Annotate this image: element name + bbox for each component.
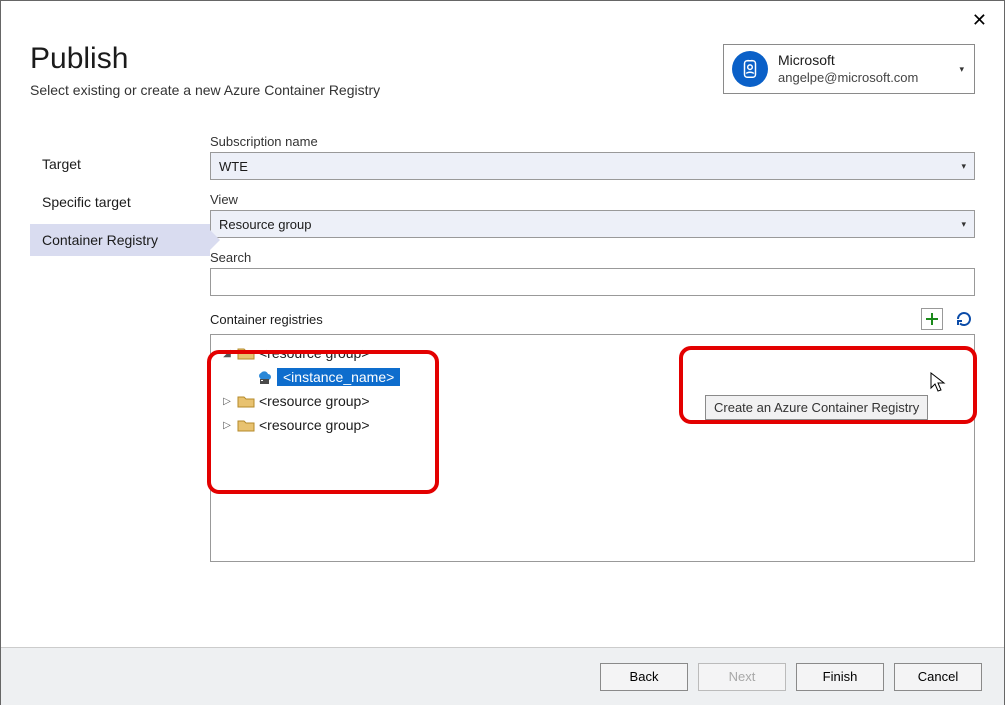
finish-button[interactable]: Finish — [796, 663, 884, 691]
plus-icon — [925, 312, 939, 326]
sidebar-item-specific-target[interactable]: Specific target — [30, 186, 210, 218]
registry-tree[interactable]: ◢ <resource group> <instance_name> ▷ — [210, 334, 975, 562]
tree-item-resource-group[interactable]: ◢ <resource group> — [215, 341, 970, 365]
refresh-button[interactable] — [953, 308, 975, 330]
close-button[interactable]: ✕ — [972, 10, 987, 31]
chevron-down-icon: ▾ — [959, 64, 964, 75]
registries-label: Container registries — [210, 312, 323, 327]
sidebar-item-container-registry[interactable]: Container Registry — [30, 224, 210, 256]
folder-icon — [237, 394, 255, 408]
tree-item-instance[interactable]: <instance_name> — [215, 365, 970, 389]
sidebar-item-target[interactable]: Target — [30, 148, 210, 180]
account-org: Microsoft — [778, 52, 949, 70]
registry-icon — [255, 368, 273, 386]
badge-icon — [732, 51, 768, 87]
expander-icon[interactable]: ▷ — [221, 396, 233, 407]
back-button[interactable]: Back — [600, 663, 688, 691]
dialog-button-bar: Back Next Finish Cancel — [1, 647, 1004, 705]
add-registry-button[interactable] — [921, 308, 943, 330]
refresh-icon — [955, 310, 973, 328]
expander-icon[interactable]: ▷ — [221, 420, 233, 431]
folder-icon — [237, 418, 255, 432]
folder-icon — [237, 346, 255, 360]
account-picker[interactable]: Microsoft angelpe@microsoft.com ▾ — [723, 44, 975, 94]
tooltip: Create an Azure Container Registry — [705, 395, 928, 420]
expander-icon[interactable]: ◢ — [221, 348, 233, 359]
account-email: angelpe@microsoft.com — [778, 70, 949, 86]
next-button: Next — [698, 663, 786, 691]
cancel-button[interactable]: Cancel — [894, 663, 982, 691]
